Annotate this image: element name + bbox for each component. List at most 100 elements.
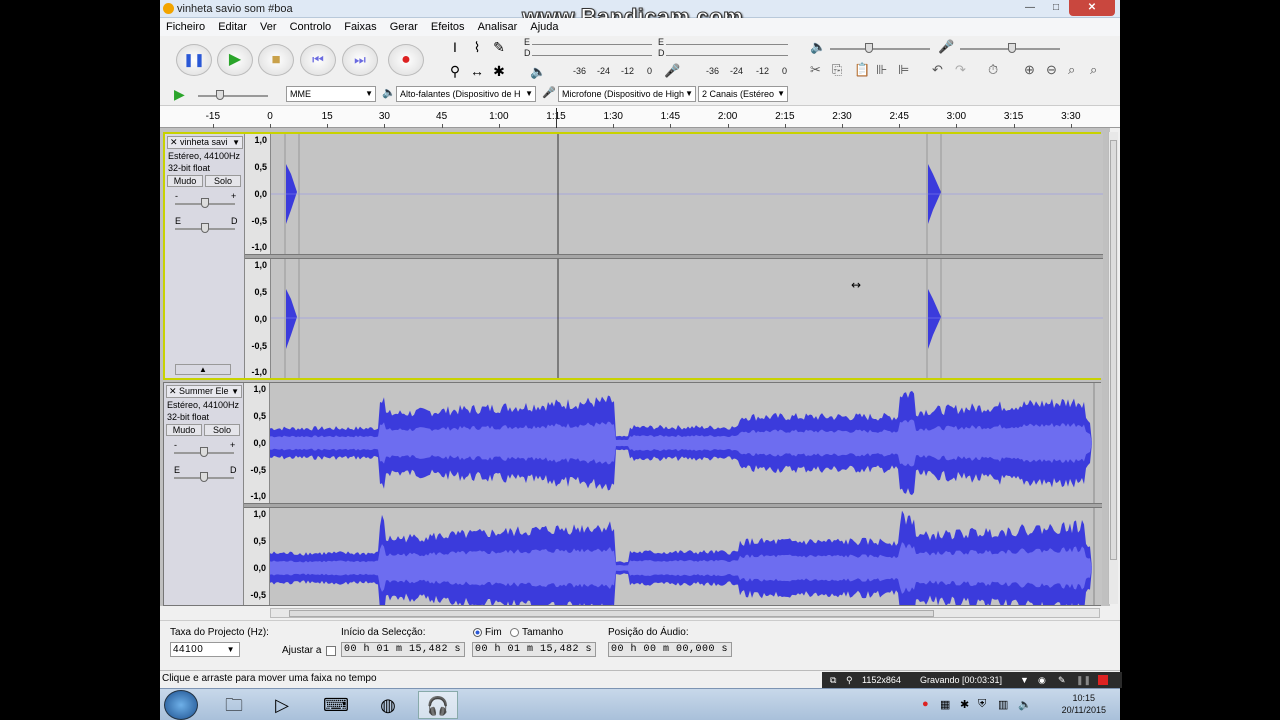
menu-gerar[interactable]: Gerar: [390, 18, 418, 36]
menu-analisar[interactable]: Analisar: [478, 18, 518, 36]
track-name-menu[interactable]: ✕ vinheta savi ▼: [167, 136, 243, 149]
stop-button[interactable]: ■: [258, 44, 294, 76]
bluetooth-icon[interactable]: ✱: [960, 698, 969, 711]
record-tray-icon[interactable]: ●: [922, 698, 929, 710]
pan-knob[interactable]: [200, 472, 208, 482]
vertical-scroll-thumb[interactable]: [1110, 140, 1117, 560]
network-app-icon[interactable]: ⌨: [316, 691, 356, 719]
cut-icon[interactable]: ✂: [810, 62, 821, 78]
volume-icon[interactable]: 🔈: [1018, 698, 1032, 711]
horizontal-scrollbar[interactable]: [270, 608, 1100, 618]
selection-start-field[interactable]: 00 h 01 m 15,482 s: [341, 642, 465, 657]
length-radio[interactable]: [510, 628, 519, 637]
undo-icon[interactable]: ↶: [932, 62, 943, 78]
gain-knob[interactable]: [201, 198, 209, 208]
clock[interactable]: 10:15 20/11/2015: [1062, 692, 1106, 716]
fit-project-icon[interactable]: ⌕: [1090, 62, 1097, 78]
waveform-channel-right[interactable]: ↔: [271, 259, 1103, 378]
input-volume-knob[interactable]: [1008, 43, 1016, 53]
paste-icon[interactable]: 📋: [854, 62, 870, 78]
menu-ficheiro[interactable]: Ficheiro: [166, 18, 205, 36]
trim-icon[interactable]: ⊪: [876, 62, 887, 78]
close-track-icon[interactable]: ✕: [169, 386, 177, 397]
pause-icon[interactable]: ❚❚: [1076, 672, 1091, 688]
horizontal-scroll-thumb[interactable]: [289, 610, 934, 617]
draw-tool-icon[interactable]: ✎: [490, 38, 508, 56]
close-track-icon[interactable]: ✕: [170, 137, 178, 148]
file-explorer-icon[interactable]: 🗀: [214, 691, 254, 719]
playhead-marker[interactable]: [556, 108, 557, 128]
pan-knob[interactable]: [201, 223, 209, 233]
zoom-out-icon[interactable]: ⊖: [1046, 62, 1057, 78]
stop-record-icon[interactable]: [1098, 675, 1108, 685]
play-speed-slider[interactable]: [198, 95, 268, 97]
output-volume-slider[interactable]: [830, 48, 930, 50]
audacity-app-icon: [163, 3, 174, 14]
play-at-speed-icon[interactable]: ▶: [174, 86, 185, 103]
scale-label: 0,0: [254, 189, 267, 199]
microphone-icon[interactable]: 🎤: [664, 63, 680, 79]
skip-to-start-button[interactable]: ⏮: [300, 44, 336, 76]
play-button[interactable]: ▶: [217, 44, 253, 76]
track-name-menu[interactable]: ✕ Summer Ele ▼: [166, 385, 242, 398]
gain-knob[interactable]: [200, 447, 208, 457]
menu-controlo[interactable]: Controlo: [290, 18, 332, 36]
solo-button[interactable]: Solo: [204, 424, 240, 436]
output-device-dropdown[interactable]: Alto-falantes (Dispositivo de H ▼: [396, 86, 536, 102]
project-rate-dropdown[interactable]: 44100 ▼: [170, 642, 240, 657]
envelope-tool-icon[interactable]: ⌇: [468, 38, 486, 56]
tray-shield-icon[interactable]: ⛨: [978, 698, 986, 711]
tray-icon[interactable]: ▦: [940, 698, 950, 711]
collapse-track-icon[interactable]: ▲: [175, 364, 231, 375]
waveform-channel-left[interactable]: [270, 383, 1102, 503]
output-volume-knob[interactable]: [865, 43, 873, 53]
selection-end-field[interactable]: 00 h 01 m 15,482 s: [472, 642, 596, 657]
timeshift-tool-icon[interactable]: ↔: [468, 62, 486, 80]
speaker-icon[interactable]: 🔈: [530, 64, 546, 80]
menu-faixas[interactable]: Faixas: [344, 18, 376, 36]
waveform-channel-left[interactable]: [271, 134, 1103, 254]
sync-lock-icon[interactable]: ⏱: [988, 62, 998, 78]
menu-ajuda[interactable]: Ajuda: [530, 18, 558, 36]
copy-icon[interactable]: ⎘: [832, 62, 842, 78]
zoom-tool-icon[interactable]: ⚲: [446, 62, 464, 80]
network-icon[interactable]: ▥: [998, 698, 1008, 711]
play-speed-knob[interactable]: [216, 90, 224, 100]
audio-host-dropdown[interactable]: MME ▼: [286, 86, 376, 102]
menu-efeitos[interactable]: Efeitos: [431, 18, 465, 36]
pause-button[interactable]: ❚❚: [176, 44, 212, 76]
audio-position-field[interactable]: 00 h 00 m 00,000 s: [608, 642, 732, 657]
skip-to-end-button[interactable]: ⏭: [342, 44, 378, 76]
vertical-scrollbar[interactable]: [1108, 132, 1118, 604]
channels-dropdown[interactable]: 2 Canais (Estéreo ▼: [698, 86, 788, 102]
pencil-icon[interactable]: ✎: [1058, 672, 1066, 688]
start-button[interactable]: [164, 690, 198, 720]
audacity-taskbar-icon[interactable]: 🎧: [418, 691, 458, 719]
close-button[interactable]: ✕: [1069, 0, 1115, 16]
snap-to-checkbox[interactable]: [326, 646, 336, 656]
media-player-icon[interactable]: ▷: [262, 691, 302, 719]
menu-editar[interactable]: Editar: [218, 18, 247, 36]
timeline-ruler[interactable]: -1501530451:001:151:301:452:002:152:302:…: [160, 106, 1120, 128]
camera-icon[interactable]: ◉: [1038, 672, 1046, 688]
menu-ver[interactable]: Ver: [260, 18, 277, 36]
chevron-down-icon[interactable]: ▼: [1020, 672, 1029, 688]
redo-icon[interactable]: ↷: [955, 62, 966, 78]
solo-button[interactable]: Solo: [205, 175, 241, 187]
track-vinheta[interactable]: ✕ vinheta savi ▼ Estéreo, 44100Hz 32-bit f…: [163, 132, 1103, 380]
silence-icon[interactable]: ⊫: [898, 62, 909, 78]
firefox-icon[interactable]: ◍: [368, 691, 408, 719]
mute-button[interactable]: Mudo: [166, 424, 202, 436]
minimize-button[interactable]: —: [1017, 0, 1043, 16]
mute-button[interactable]: Mudo: [167, 175, 203, 187]
selection-tool-icon[interactable]: I: [446, 38, 464, 56]
fit-selection-icon[interactable]: ⌕: [1068, 62, 1075, 78]
waveform-channel-right[interactable]: [270, 508, 1102, 605]
maximize-button[interactable]: □: [1043, 0, 1069, 16]
input-device-dropdown[interactable]: Microfone (Dispositivo de High ▼: [558, 86, 696, 102]
multi-tool-icon[interactable]: ✱: [490, 62, 508, 80]
record-button[interactable]: ●: [388, 44, 424, 76]
end-radio[interactable]: [473, 628, 482, 637]
zoom-in-icon[interactable]: ⊕: [1024, 62, 1035, 78]
track-summer[interactable]: ✕ Summer Ele ▼ Estéreo, 44100Hz 32-bit flo…: [163, 382, 1102, 606]
